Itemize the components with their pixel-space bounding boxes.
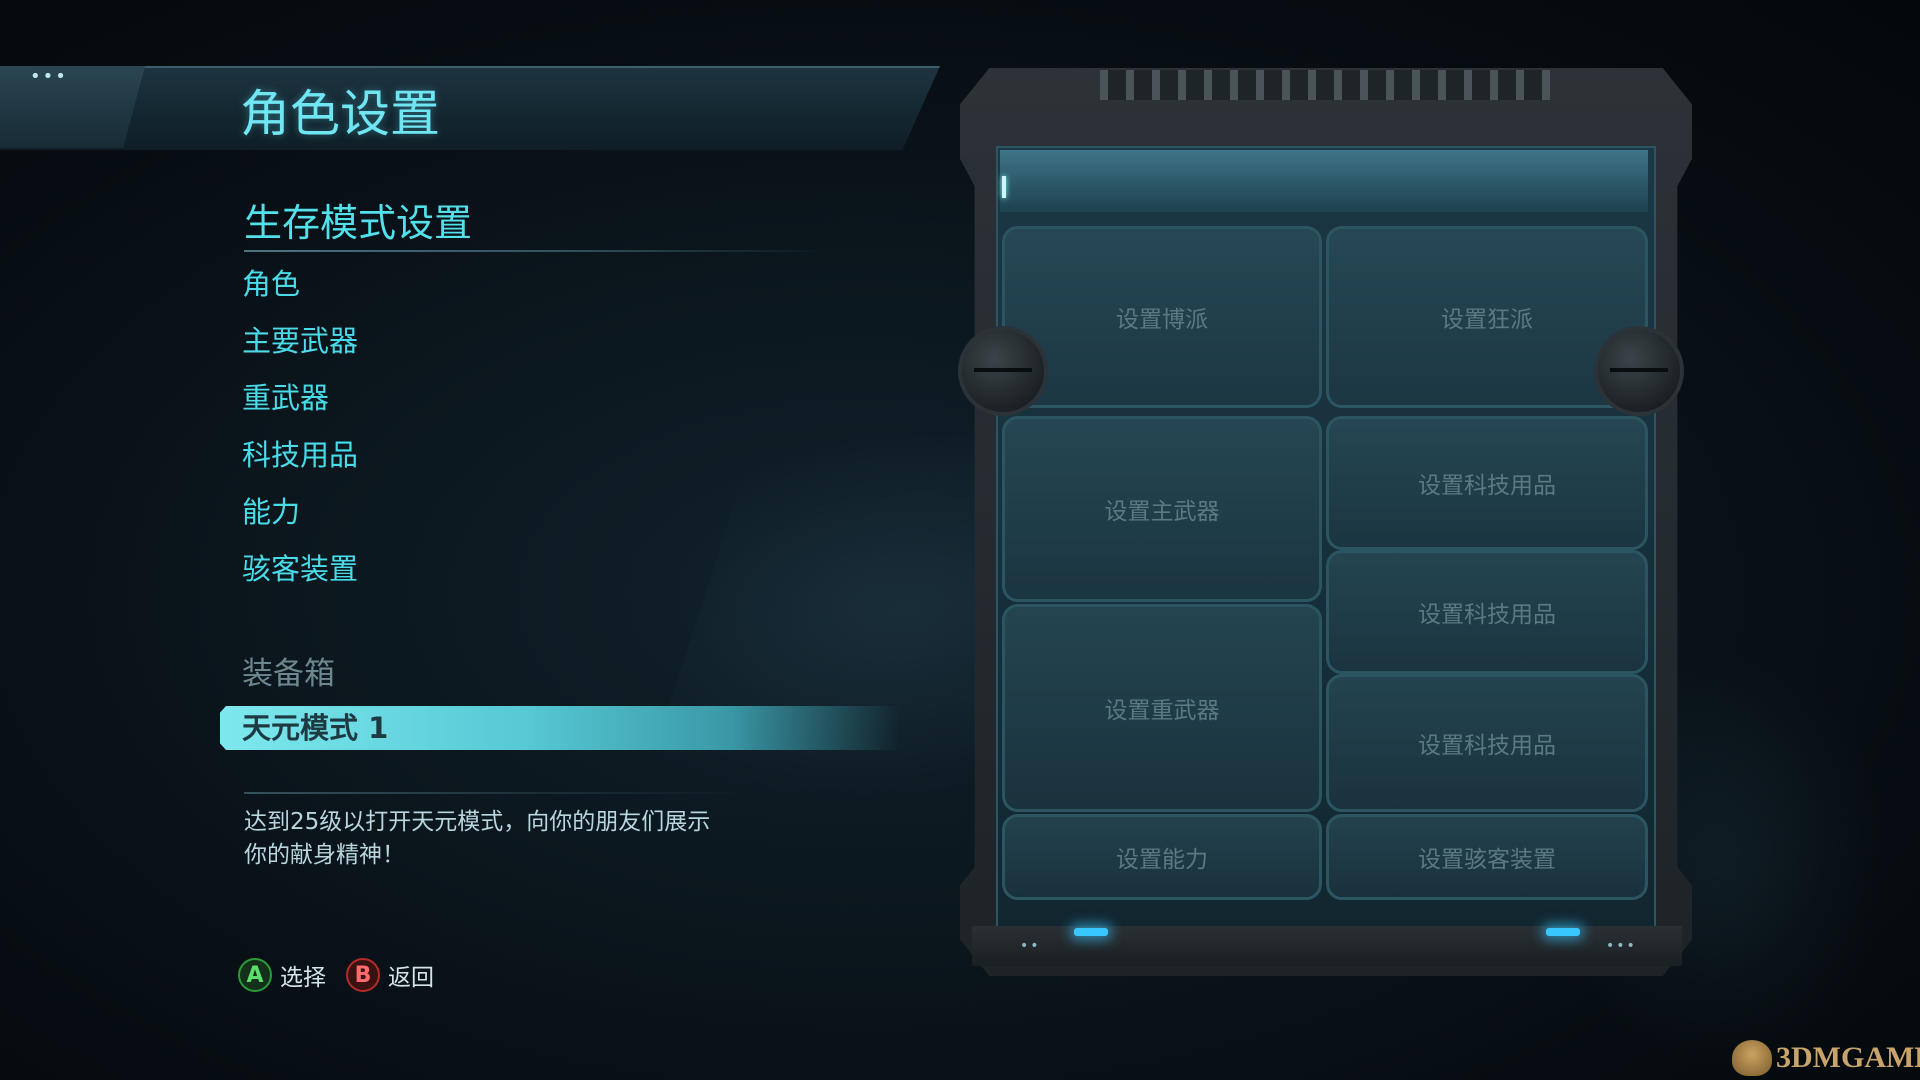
description-line-1: 达到25级以打开天元模式，向你的朋友们展示: [244, 809, 711, 835]
menu-item-primary-weapon[interactable]: 主要武器: [242, 319, 358, 376]
description-divider: [244, 792, 744, 794]
menu-item-heavy-weapon[interactable]: 重武器: [242, 376, 358, 433]
slot-ability[interactable]: 设置能力: [1002, 814, 1322, 900]
slot-tech-3[interactable]: 设置科技用品: [1326, 674, 1648, 812]
loadout-name-slot[interactable]: [1000, 150, 1648, 212]
settings-menu: 角色 主要武器 重武器 科技用品 能力 骇客装置: [242, 262, 358, 604]
panel-light-left-icon: [1074, 928, 1108, 936]
watermark: 3DMGAME: [1732, 1040, 1920, 1076]
loadout-label: 装备箱: [242, 656, 335, 692]
watermark-text: 3DMGAME: [1776, 1041, 1920, 1074]
section-title: 生存模式设置: [244, 201, 473, 245]
panel-dots-right: •••: [1606, 938, 1637, 954]
panel-dots-left: ••: [1020, 938, 1041, 954]
header-strip: [0, 66, 145, 148]
panel-vents: [1100, 70, 1550, 100]
slot-heavy-weapon[interactable]: 设置重武器: [1002, 604, 1322, 812]
slot-tech-1[interactable]: 设置科技用品: [1326, 416, 1648, 550]
panel-knob-right-icon: [1594, 326, 1684, 416]
description-text: 达到25级以打开天元模式，向你的朋友们展示 你的献身精神！: [244, 806, 764, 872]
menu-item-tech[interactable]: 科技用品: [242, 433, 358, 490]
back-prompt[interactable]: 返回: [388, 958, 434, 992]
b-button-icon: B: [346, 958, 380, 992]
slot-autobot[interactable]: 设置博派: [1002, 226, 1322, 408]
slot-tech-2[interactable]: 设置科技用品: [1326, 550, 1648, 674]
watermark-logo-icon: [1732, 1040, 1772, 1076]
slot-hacker-device[interactable]: 设置骇客装置: [1326, 814, 1648, 900]
loadout-selected-label: 天元模式 1: [242, 711, 389, 745]
menu-item-hacker-device[interactable]: 骇客装置: [242, 547, 358, 604]
panel-knob-left-icon: [958, 326, 1048, 416]
panel-light-right-icon: [1546, 928, 1580, 936]
slot-primary-weapon[interactable]: 设置主武器: [1002, 416, 1322, 602]
a-button-icon: A: [238, 958, 272, 992]
button-prompts: A 选择 B 返回: [238, 958, 434, 992]
select-prompt[interactable]: 选择: [280, 958, 326, 992]
section-divider: [244, 250, 824, 252]
menu-item-ability[interactable]: 能力: [242, 490, 358, 547]
header-dots: •••: [30, 66, 68, 87]
description-line-2: 你的献身精神！: [244, 842, 405, 868]
text-cursor-icon: [1002, 176, 1006, 198]
page-title: 角色设置: [240, 85, 440, 143]
menu-item-character[interactable]: 角色: [242, 262, 358, 319]
